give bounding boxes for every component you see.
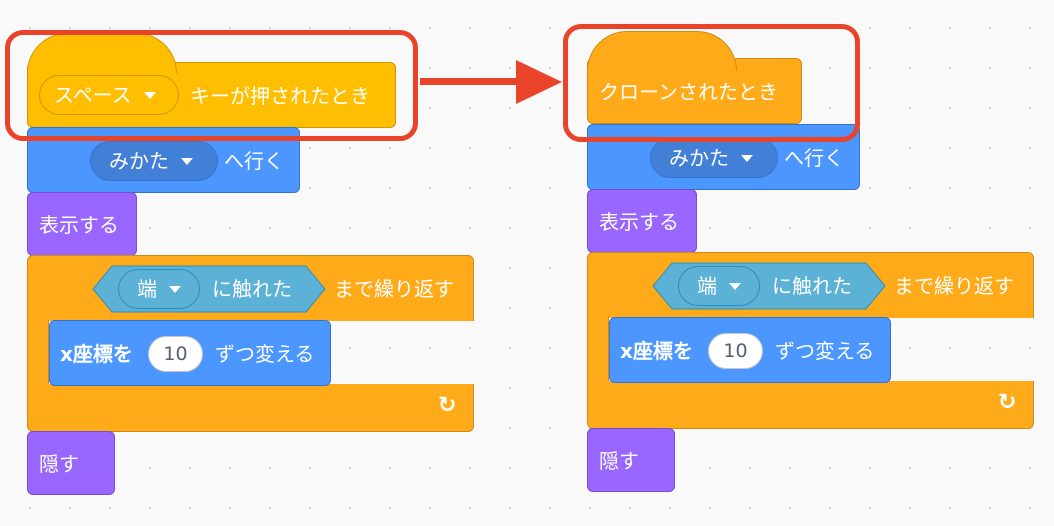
hide-block[interactable]: 隠す xyxy=(27,431,115,495)
change-x-suffix: ずつ変える xyxy=(775,339,875,363)
go-to-target-label: みかた xyxy=(109,149,169,173)
chevron-down-icon xyxy=(741,155,753,162)
change-x-block[interactable]: x座標を 10 ずつ変える xyxy=(49,320,331,386)
hide-label: 隠す xyxy=(599,449,639,473)
chevron-down-icon xyxy=(181,158,193,165)
hide-label: 隠す xyxy=(39,452,79,476)
left-hat-highlight-box xyxy=(5,30,418,141)
go-to-label: へ行く xyxy=(224,149,284,173)
change-x-label: x座標を xyxy=(620,339,693,363)
touching-label: に触れた xyxy=(772,274,852,298)
right-hat-highlight-box xyxy=(563,24,860,142)
go-to-target-label: みかた xyxy=(669,146,729,170)
chevron-down-icon xyxy=(729,283,741,290)
hide-block[interactable]: 隠す xyxy=(587,428,675,492)
show-label: 表示する xyxy=(39,213,119,237)
touching-target-label: 端 xyxy=(697,274,717,298)
change-x-value-input[interactable]: 10 xyxy=(708,333,763,369)
go-to-label: へ行く xyxy=(784,146,844,170)
repeat-until-arm xyxy=(27,320,49,390)
change-x-label: x座標を xyxy=(60,342,133,366)
go-to-target-dropdown[interactable]: みかた xyxy=(90,141,218,181)
repeat-until-label: まで繰り返す xyxy=(894,274,1014,298)
go-to-target-dropdown[interactable]: みかた xyxy=(650,138,778,178)
right-arrow-icon xyxy=(420,60,562,104)
change-x-value-input[interactable]: 10 xyxy=(148,336,203,372)
repeat-until-footer: ↻ xyxy=(27,384,474,432)
chevron-down-icon xyxy=(169,286,181,293)
repeat-until-arm xyxy=(587,317,609,387)
show-block[interactable]: 表示する xyxy=(27,192,137,256)
touching-target-dropdown[interactable]: 端 xyxy=(678,266,760,306)
touching-target-label: 端 xyxy=(137,277,157,301)
show-block[interactable]: 表示する xyxy=(587,189,697,253)
show-label: 表示する xyxy=(599,210,679,234)
repeat-until-footer: ↻ xyxy=(587,381,1034,429)
touching-target-dropdown[interactable]: 端 xyxy=(118,269,200,309)
loop-arrow-icon: ↻ xyxy=(998,390,1017,415)
touching-label: に触れた xyxy=(212,277,292,301)
change-x-suffix: ずつ変える xyxy=(215,342,315,366)
loop-arrow-icon: ↻ xyxy=(438,393,457,418)
change-x-block[interactable]: x座標を 10 ずつ変える xyxy=(609,317,891,383)
repeat-until-label: まで繰り返す xyxy=(334,277,454,301)
